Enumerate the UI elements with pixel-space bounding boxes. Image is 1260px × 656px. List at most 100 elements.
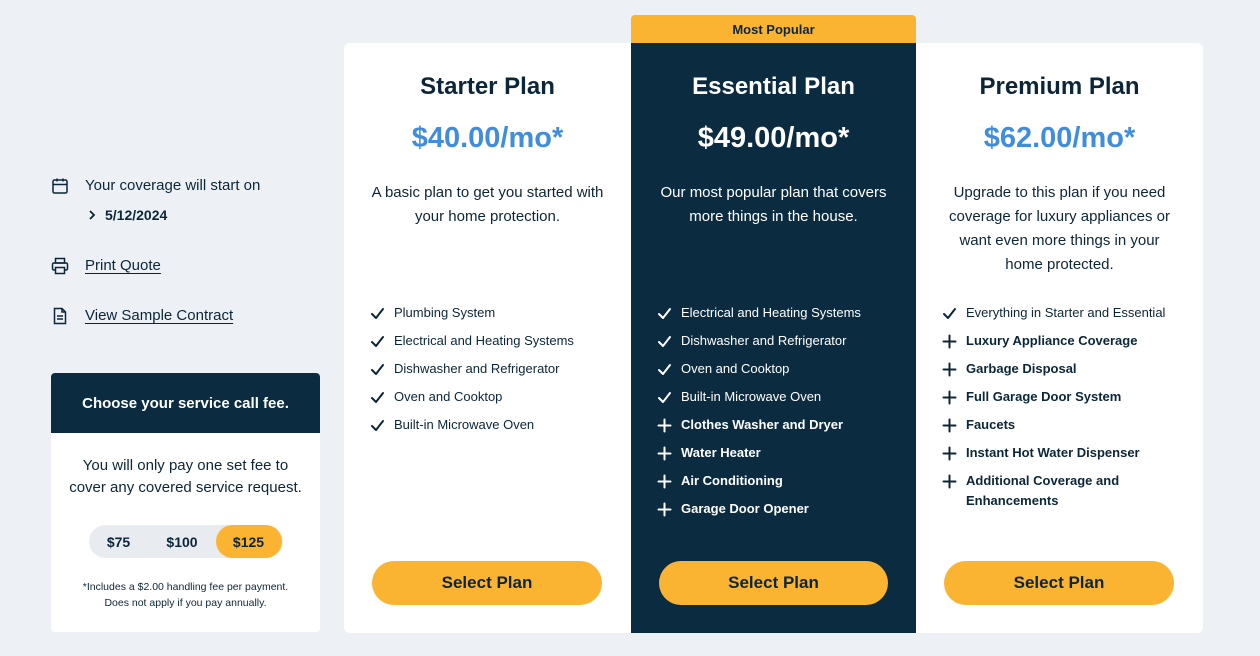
select-plan-button-premium[interactable]: Select Plan xyxy=(944,561,1174,605)
feature-item: Built-in Microwave Oven xyxy=(657,387,896,407)
check-icon xyxy=(370,303,386,323)
feature-text: Air Conditioning xyxy=(681,473,783,488)
plus-icon xyxy=(942,387,958,407)
fee-option-125-selected[interactable]: $125 xyxy=(215,525,282,558)
calendar-icon xyxy=(51,177,69,195)
plus-icon xyxy=(657,499,673,519)
printer-icon xyxy=(51,257,69,275)
feature-item: Full Garage Door System xyxy=(942,387,1183,407)
feature-item: Everything in Starter and Essential xyxy=(942,303,1183,323)
feature-text: Garbage Disposal xyxy=(966,361,1077,376)
plan-price: $49.00/mo* xyxy=(697,122,850,154)
feature-item: Dishwasher and Refrigerator xyxy=(657,331,896,351)
document-icon xyxy=(51,307,69,325)
plan-description: A basic plan to get you started with you… xyxy=(371,184,604,225)
most-popular-badge: Most Popular xyxy=(631,15,916,43)
plan-card-starter: Starter Plan $40.00/mo* A basic plan to … xyxy=(344,43,631,633)
feature-item: Electrical and Heating Systems xyxy=(657,303,896,323)
feature-item: Faucets xyxy=(942,415,1183,435)
plan-price: $62.00/mo* xyxy=(983,122,1136,154)
plus-icon xyxy=(942,415,958,435)
feature-item: Oven and Cooktop xyxy=(657,359,896,379)
check-icon xyxy=(657,303,673,323)
service-fee-card: Choose your service call fee. You will o… xyxy=(51,373,320,632)
feature-item: Electrical and Heating Systems xyxy=(370,331,611,351)
feature-item: Additional Coverage and Enhancements xyxy=(942,471,1183,511)
feature-text: Clothes Washer and Dryer xyxy=(681,417,844,432)
service-fee-description: You will only pay one set fee to cover a… xyxy=(69,457,302,496)
feature-text: Electrical and Heating Systems xyxy=(394,333,574,348)
service-fee-note: *Includes a $2.00 handling fee per payme… xyxy=(51,579,320,611)
feature-text: Faucets xyxy=(966,417,1016,432)
coverage-start-row: Your coverage will start on xyxy=(51,177,260,195)
feature-list: Electrical and Heating Systems Dishwasher… xyxy=(657,303,896,527)
feature-item: Water Heater xyxy=(657,443,896,463)
select-plan-button-essential[interactable]: Select Plan xyxy=(659,561,888,605)
plan-description: Our most popular plan that covers more t… xyxy=(660,184,887,225)
feature-text: Built-in Microwave Oven xyxy=(681,389,822,404)
feature-text: Additional Coverage and Enhancements xyxy=(966,473,1120,508)
feature-text: Plumbing System xyxy=(394,305,496,320)
feature-text: Built-in Microwave Oven xyxy=(394,417,535,432)
feature-text: Garage Door Opener xyxy=(681,501,809,516)
check-icon xyxy=(657,359,673,379)
plus-icon xyxy=(657,471,673,491)
feature-text: Water Heater xyxy=(681,445,761,460)
plan-name: Premium Plan xyxy=(979,73,1140,100)
check-icon xyxy=(657,387,673,407)
check-icon xyxy=(370,359,386,379)
feature-text: Dishwasher and Refrigerator xyxy=(681,333,847,348)
feature-text: Everything in Starter and Essential xyxy=(966,305,1166,320)
fee-note-line-2: Does not apply if you pay annually. xyxy=(104,597,267,609)
feature-text: Dishwasher and Refrigerator xyxy=(394,361,560,376)
service-fee-toggle: $75 $100 $125 xyxy=(88,525,283,558)
coverage-start-date: 5/12/2024 xyxy=(87,207,167,223)
plus-icon xyxy=(942,471,958,491)
feature-text: Instant Hot Water Dispenser xyxy=(966,445,1140,460)
feature-list: Everything in Starter and Essential Luxur… xyxy=(942,303,1183,519)
print-quote-link[interactable]: Print Quote xyxy=(85,257,161,275)
feature-text: Oven and Cooktop xyxy=(394,389,503,404)
check-icon xyxy=(942,303,958,323)
feature-item: Built-in Microwave Oven xyxy=(370,415,611,435)
feature-item: Dishwasher and Refrigerator xyxy=(370,359,611,379)
plus-icon xyxy=(942,359,958,379)
feature-text: Oven and Cooktop xyxy=(681,361,790,376)
plus-icon xyxy=(942,331,958,351)
plan-price: $40.00/mo* xyxy=(411,122,564,154)
plan-description: Upgrade to this plan if you need coverag… xyxy=(949,184,1170,273)
feature-list: Plumbing System Electrical and Heating Sy… xyxy=(370,303,611,443)
feature-item: Garage Door Opener xyxy=(657,499,896,519)
feature-item: Plumbing System xyxy=(370,303,611,323)
check-icon xyxy=(370,415,386,435)
select-plan-button-starter[interactable]: Select Plan xyxy=(372,561,602,605)
view-sample-contract-link[interactable]: View Sample Contract xyxy=(85,307,233,325)
plus-icon xyxy=(657,443,673,463)
feature-item: Air Conditioning xyxy=(657,471,896,491)
service-fee-title: Choose your service call fee. xyxy=(51,373,320,433)
feature-item: Clothes Washer and Dryer xyxy=(657,415,896,435)
feature-item: Oven and Cooktop xyxy=(370,387,611,407)
coverage-date-value: 5/12/2024 xyxy=(105,207,168,223)
feature-text: Electrical and Heating Systems xyxy=(681,305,861,320)
plan-card-premium: Premium Plan $62.00/mo* Upgrade to this … xyxy=(916,43,1203,633)
feature-item: Luxury Appliance Coverage xyxy=(942,331,1183,351)
print-quote-row[interactable]: Print Quote xyxy=(51,257,161,275)
chevron-right-icon xyxy=(89,210,96,220)
plan-card-essential: Essential Plan $49.00/mo* Our most popul… xyxy=(631,43,916,633)
plan-name: Essential Plan xyxy=(692,73,855,100)
fee-option-75[interactable]: $75 xyxy=(89,525,149,558)
check-icon xyxy=(370,331,386,351)
plus-icon xyxy=(942,443,958,463)
plan-name: Starter Plan xyxy=(420,73,555,100)
fee-option-100[interactable]: $100 xyxy=(149,525,216,558)
coverage-start-label: Your coverage will start on xyxy=(85,177,261,194)
check-icon xyxy=(657,331,673,351)
feature-item: Garbage Disposal xyxy=(942,359,1183,379)
fee-note-line-1: *Includes a $2.00 handling fee per payme… xyxy=(82,581,289,593)
plus-icon xyxy=(657,415,673,435)
check-icon xyxy=(370,387,386,407)
feature-text: Full Garage Door System xyxy=(966,389,1122,404)
view-contract-row[interactable]: View Sample Contract xyxy=(51,307,233,325)
feature-text: Luxury Appliance Coverage xyxy=(966,333,1138,348)
